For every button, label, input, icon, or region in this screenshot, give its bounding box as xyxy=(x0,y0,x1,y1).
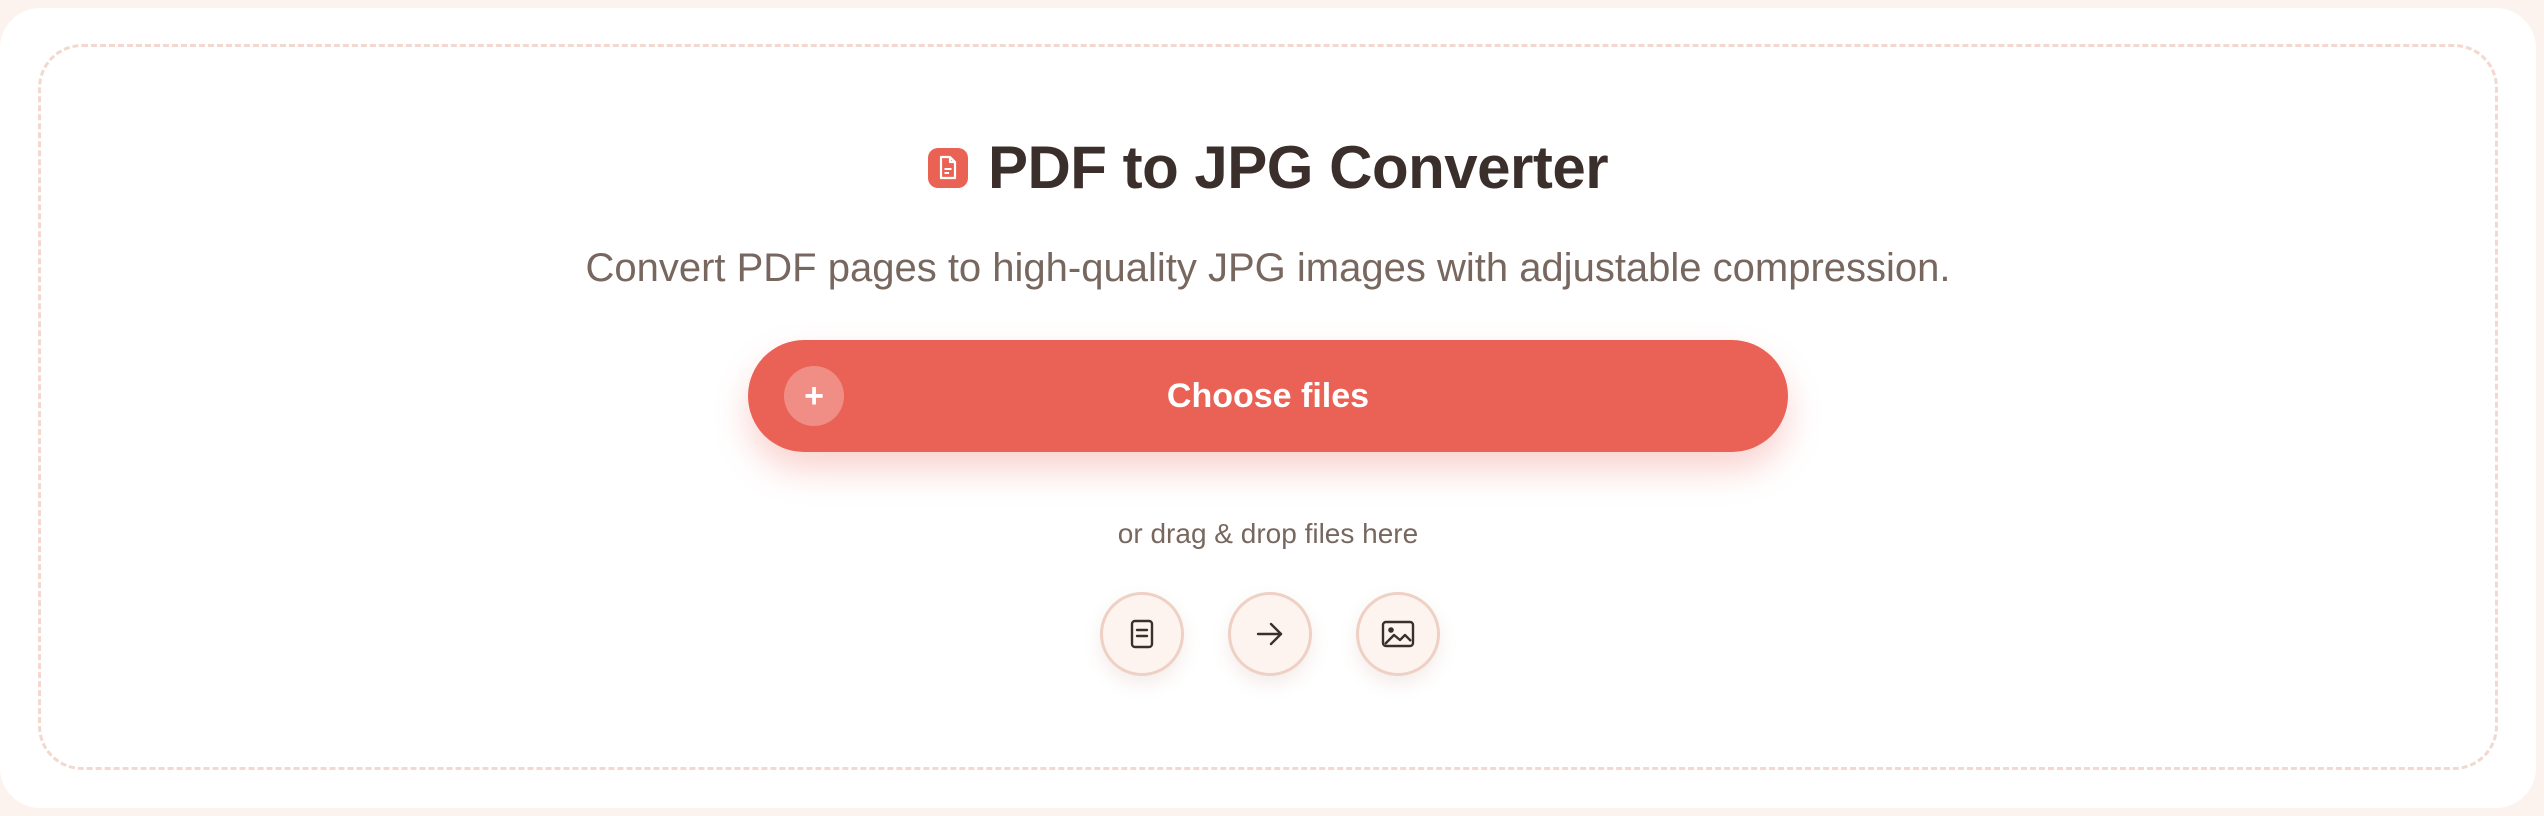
choose-files-button[interactable]: Choose files + xyxy=(748,340,1788,452)
page-title: PDF to JPG Converter xyxy=(987,134,1609,201)
drag-drop-hint: or drag & drop files here xyxy=(1117,518,1419,549)
arrow-right-icon xyxy=(1228,592,1312,676)
plus-icon: + xyxy=(784,366,844,426)
choose-files-label: Choose files xyxy=(1166,376,1370,415)
pdf-document-icon xyxy=(927,148,968,188)
document-icon xyxy=(1100,592,1184,676)
image-icon xyxy=(1356,592,1440,676)
page-subtitle: Convert PDF pages to high-quality JPG im… xyxy=(585,246,1951,290)
title-row: PDF to JPG Converter xyxy=(0,132,2536,204)
